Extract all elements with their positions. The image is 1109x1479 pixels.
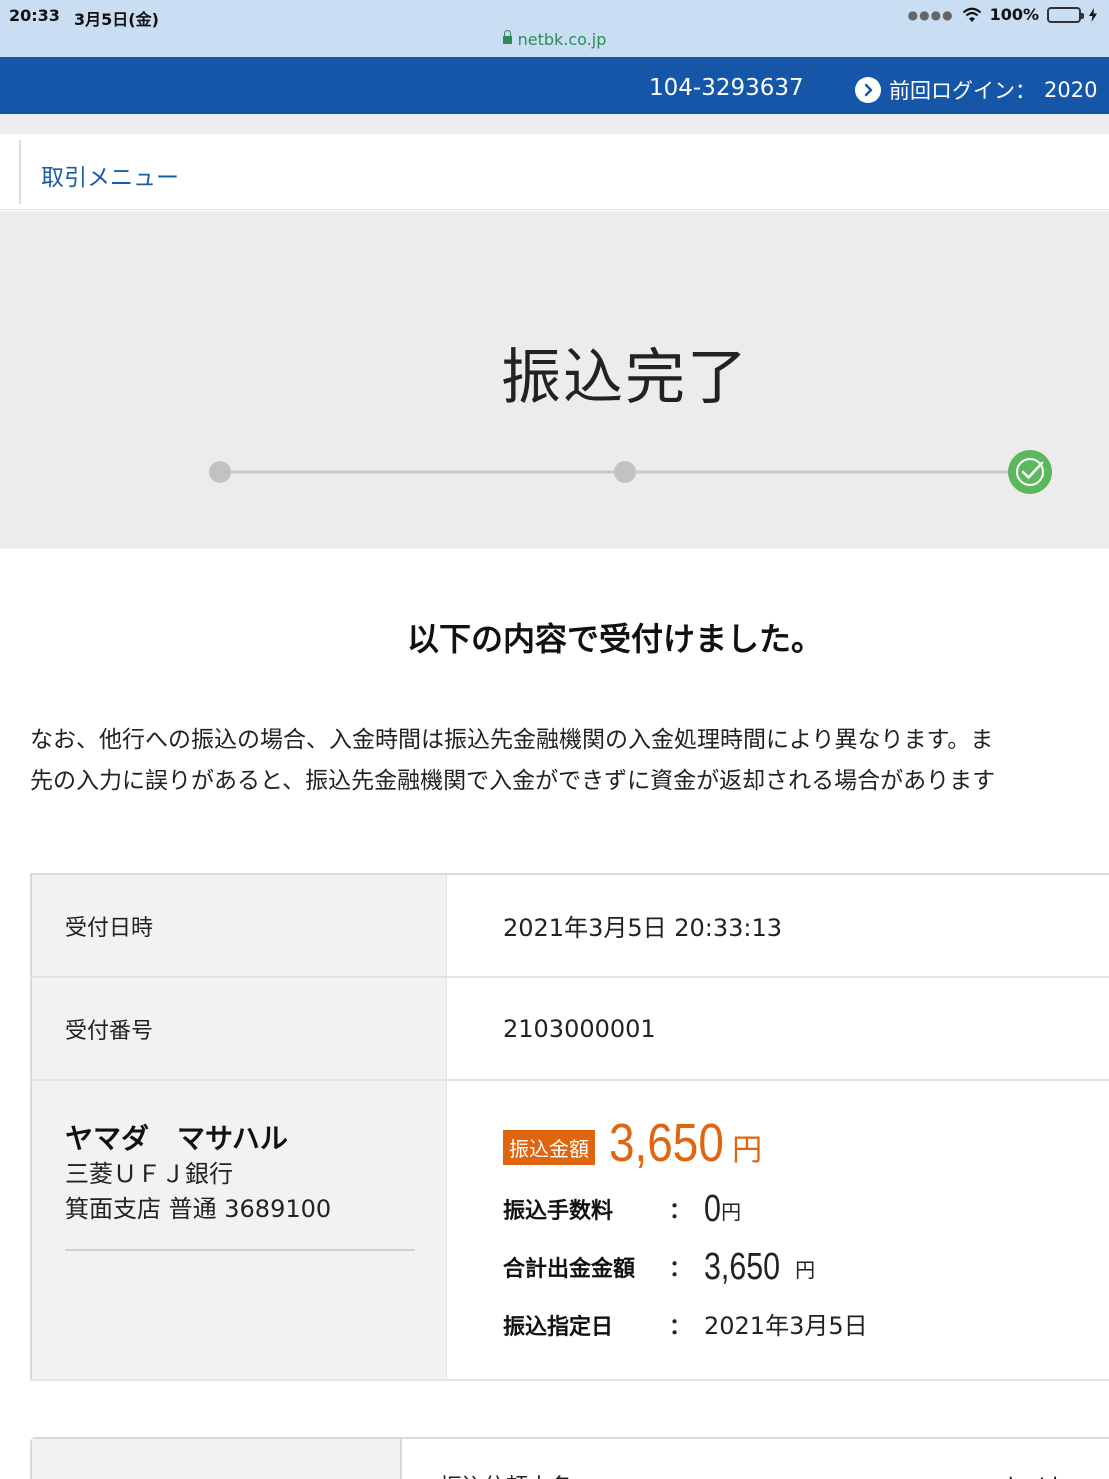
table-row: ヤマダ マサハル 三菱ＵＦＪ銀行 箕面支店 普通 3689100 振込金額 3,… — [30, 1081, 1109, 1381]
wifi-icon — [962, 7, 981, 22]
receipt-number-value: 2103000001 — [447, 978, 1109, 1079]
account-header: 104-3293637 前回ログイン： 2020 — [0, 57, 1109, 114]
designated-date-value: 2021年3月5日 — [704, 1312, 868, 1340]
transaction-menu-link[interactable]: 取引メニュー — [41, 158, 179, 192]
notice-line-1: なお、他行への振込の場合、入金時間は振込先金融機関の入金処理時間により異なります… — [30, 727, 994, 753]
notice-text: なお、他行への振込の場合、入金時間は振込先金融機関の入金処理時間により異なります… — [30, 720, 1109, 802]
amount-cell: 振込金額 3,650 円 振込手数料 ： 0 円 合計出金金額 ： 3,650 … — [447, 1081, 1109, 1379]
step-1-dot — [209, 461, 231, 483]
step-2-dot — [614, 461, 636, 483]
payee-cell: ヤマダ マサハル 三菱ＵＦＪ銀行 箕面支店 普通 3689100 — [30, 1081, 447, 1379]
lock-icon — [502, 30, 512, 44]
received-datetime-label: 受付日時 — [30, 875, 447, 976]
url-text: netbk.co.jp — [517, 30, 607, 49]
transfer-details-table: 受付日時 2021年3月5日 20:33:13 受付番号 2103000001 … — [30, 873, 1109, 1381]
fee-row: 振込手数料 ： 0 円 — [503, 1187, 1109, 1231]
requester-table: 振込依頼人名 ヤメセ — [30, 1437, 1109, 1479]
notice-line-2: 先の入力に誤りがあると、振込先金融機関で入金ができずに資金が返却される場合があり… — [30, 768, 996, 794]
requester-left-cell — [32, 1439, 402, 1479]
menu-divider — [19, 140, 21, 204]
last-login-value: 2020 — [1044, 78, 1098, 102]
confirmation-heading: 以下の内容で受付けました。 — [406, 620, 823, 658]
status-time: 20:33 — [9, 6, 60, 25]
total-value: 3,650 — [704, 1246, 781, 1288]
completion-hero: 振込完了 — [0, 211, 1109, 549]
receipt-number-label: 受付番号 — [30, 978, 447, 1079]
last-login-label: 前回ログイン： — [889, 79, 1036, 103]
fee-value: 0 — [704, 1188, 721, 1230]
requester-name-label: 振込依頼人名 — [440, 1469, 572, 1479]
date-row: 振込指定日 ： 2021年3月5日 — [503, 1303, 1109, 1347]
fee-unit: 円 — [721, 1200, 742, 1224]
status-indicators: ●●●● 100% — [908, 5, 1097, 24]
status-date: 3月5日(金) — [74, 10, 159, 29]
designated-date-label: 振込指定日 — [503, 1315, 614, 1340]
received-datetime-value: 2021年3月5日 20:33:13 — [447, 875, 1109, 976]
header-spacer — [0, 114, 1109, 134]
table-row: 受付日時 2021年3月5日 20:33:13 — [30, 875, 1109, 978]
total-colon: ： — [669, 1257, 692, 1282]
amount-unit: 円 — [732, 1133, 763, 1168]
battery-icon — [1047, 6, 1084, 23]
transfer-amount: 振込金額 3,650 円 — [503, 1113, 1109, 1173]
progress-steps — [209, 450, 1052, 494]
amount-value: 3,650 — [609, 1113, 724, 1173]
address-bar[interactable]: netbk.co.jp — [0, 30, 1109, 49]
payee-branch-account: 箕面支店 普通 3689100 — [65, 1195, 332, 1223]
chevron-right-icon — [855, 77, 881, 103]
ios-status-bar: 20:33 3月5日(金) ●●●● 100% netbk.co.jp — [0, 0, 1109, 57]
total-row: 合計出金金額 ： 3,650 円 — [503, 1245, 1109, 1289]
fee-label: 振込手数料 — [503, 1199, 614, 1224]
requester-name-value: ヤメセ — [1004, 1469, 1070, 1479]
payee-divider — [65, 1249, 415, 1251]
charging-bolt-icon — [1089, 7, 1097, 22]
total-unit: 円 — [795, 1258, 816, 1282]
step-complete-check-icon — [1008, 450, 1052, 494]
date-colon: ： — [669, 1315, 692, 1340]
amount-badge: 振込金額 — [503, 1130, 595, 1165]
signal-dots-icon: ●●●● — [907, 7, 954, 22]
account-number: 104-3293637 — [649, 75, 804, 101]
total-label: 合計出金金額 — [503, 1257, 636, 1282]
last-login-link[interactable]: 前回ログイン： 2020 — [855, 75, 1097, 105]
payee-name: ヤマダ マサハル — [65, 1122, 288, 1155]
table-row: 受付番号 2103000001 — [30, 978, 1109, 1081]
fee-colon: ： — [669, 1199, 692, 1224]
battery-percent: 100% — [989, 5, 1039, 24]
payee-bank: 三菱ＵＦＪ銀行 — [65, 1160, 233, 1188]
menu-bar: 取引メニュー — [0, 134, 1109, 210]
